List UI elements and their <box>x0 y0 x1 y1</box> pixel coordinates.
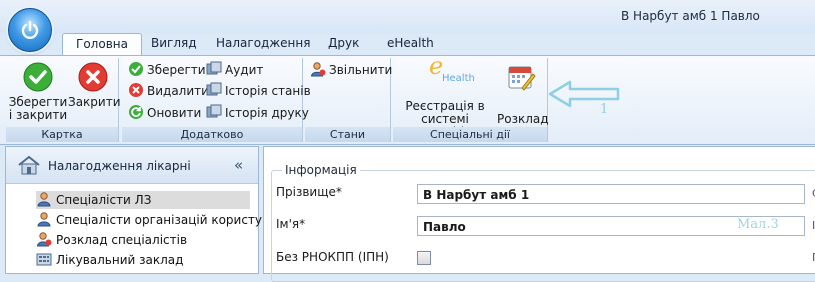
user-release-icon <box>310 62 326 77</box>
no-rnokpp-label: Без РНОКПП (ІПН) <box>276 250 389 264</box>
refresh-icon <box>129 105 143 119</box>
tab-settings[interactable]: Налагодження <box>214 33 312 55</box>
close-button[interactable]: Закрити <box>68 62 121 109</box>
annotation-figure-label: Мал.3 <box>737 217 779 232</box>
left-panel: Налагодження лікарні « Спеціалісти ЛЗ Сп… <box>5 146 284 274</box>
app-menu-button[interactable] <box>8 8 52 52</box>
tree-item-user-org-specialists[interactable]: Спеціалісти організацій користувач <box>36 211 284 229</box>
tree-item-specialist-schedule[interactable]: Розклад спеціалістів <box>36 231 187 249</box>
tree-item-facility-specialists[interactable]: Спеціалісти ЛЗ <box>36 191 250 209</box>
group-additional: Зберегти Видалити Оновити Аудит Історія … <box>122 58 311 142</box>
facility-icon <box>36 253 52 266</box>
info-section: Інформація Прізвище* В Нарбут амб 1 Ім'я… <box>271 163 815 282</box>
app-window: В Нарбут амб 1 Павло Головна Вигляд Нала… <box>0 0 815 282</box>
collapse-panel-button[interactable]: « <box>234 156 243 174</box>
left-panel-title: Налагодження лікарні <box>48 159 191 173</box>
ribbon-tabs: Головна Вигляд Налагодження Друк eHealth <box>0 33 815 57</box>
calendar-icon <box>508 66 536 91</box>
audit-label: Аудит <box>225 63 264 77</box>
surname-field[interactable]: В Нарбут амб 1 <box>417 184 805 204</box>
tree-item-label: Лікувальний заклад <box>56 253 184 267</box>
check-icon <box>23 62 53 92</box>
refresh-button[interactable]: Оновити <box>128 104 201 122</box>
save-button[interactable]: Зберегти <box>128 61 206 79</box>
specialist-icon <box>37 192 51 207</box>
close-label: Закрити <box>68 95 121 109</box>
save-and-close-label: Зберегти і закрити <box>8 95 68 122</box>
group-card-label: Картка <box>6 127 118 142</box>
info-section-title: Інформація <box>282 163 360 177</box>
left-panel-header: Налагодження лікарні « <box>6 147 258 184</box>
ehealth-logo-text: Health <box>442 73 475 84</box>
print-history-label: Історія друку <box>225 106 309 120</box>
details-panel: Інформація Прізвище* В Нарбут амб 1 Ім'я… <box>263 146 815 282</box>
save-label: Зберегти <box>147 63 206 77</box>
audit-button[interactable]: Аудит <box>206 61 263 79</box>
delete-label: Видалити <box>147 84 209 98</box>
specialist-icon <box>37 212 51 227</box>
hospital-settings-icon <box>18 155 40 175</box>
tab-home[interactable]: Головна <box>62 33 142 57</box>
close-icon <box>78 62 108 92</box>
group-card: Зберегти і закрити Закрити Картка <box>6 58 121 142</box>
audit-icon <box>206 61 222 75</box>
schedule-specialist-icon <box>36 232 52 247</box>
surname-label: Прізвище* <box>276 185 342 199</box>
state-history-label: Історія станів <box>225 84 311 98</box>
tree-item-medical-facility[interactable]: Лікувальний заклад <box>36 251 183 269</box>
schedule-label: Розклад <box>497 112 549 126</box>
tree-item-label: Спеціалісти ЛЗ <box>56 193 152 207</box>
state-history-button[interactable]: Історія станів <box>206 82 311 100</box>
group-special-actions-label: Спеціальні дії <box>393 127 547 142</box>
tab-print[interactable]: Друк <box>326 33 361 55</box>
tree-item-label: Розклад спеціалістів <box>56 233 188 247</box>
print-history-icon <box>206 104 222 118</box>
schedule-button[interactable]: Розклад <box>497 62 549 126</box>
group-special-actions: e Health Реєстрація в системі "eHealth" … <box>393 52 549 142</box>
annotation-arrow-icon <box>548 80 620 108</box>
refresh-label: Оновити <box>147 106 202 120</box>
tab-view[interactable]: Вигляд <box>149 33 199 55</box>
annotation-number: 1 <box>600 102 609 117</box>
history-icon <box>206 82 222 96</box>
group-states: Звільнити Стани <box>305 58 392 142</box>
check-small-icon <box>129 62 143 76</box>
release-label: Звільнити <box>329 63 393 77</box>
no-rnokpp-checkbox[interactable] <box>417 251 431 265</box>
window-title: В Нарбут амб 1 Павло <box>621 9 760 23</box>
tree-item-label: Спеціалісти організацій користувач <box>56 213 284 227</box>
release-button[interactable]: Звільнити <box>310 61 392 79</box>
power-icon <box>21 20 39 39</box>
name-label: Ім'я* <box>276 217 306 231</box>
print-history-button[interactable]: Історія друку <box>206 104 309 122</box>
ehealth-logo-icon: e Health <box>429 52 475 84</box>
ribbon: Зберегти і закрити Закрити Картка Зберег… <box>0 52 815 145</box>
title-bar: В Нарбут амб 1 Павло <box>0 0 815 33</box>
delete-icon <box>129 83 143 97</box>
delete-button[interactable]: Видалити <box>128 82 209 100</box>
group-states-label: Стани <box>305 127 390 142</box>
save-and-close-button[interactable]: Зберегти і закрити <box>8 62 68 122</box>
group-additional-label: Додатково <box>122 127 302 142</box>
